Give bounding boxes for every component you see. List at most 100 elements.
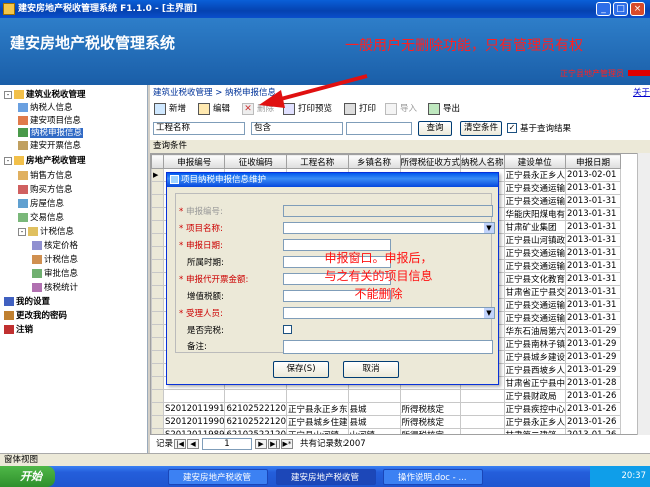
filter-field-select[interactable]: 工程名称: [153, 122, 245, 135]
table-cell[interactable]: 正宁县西坡乡人: [503, 363, 567, 377]
table-cell[interactable]: 正宁县交通运输: [503, 181, 567, 195]
row-selector[interactable]: [151, 428, 164, 434]
column-header[interactable]: 所得税征收方式: [399, 154, 462, 169]
table-cell[interactable]: 正宁县永正乡东: [285, 402, 349, 416]
row-selector[interactable]: [151, 402, 164, 416]
table-cell[interactable]: 2013-01-28: [565, 376, 622, 390]
query-button[interactable]: 查询: [418, 121, 452, 136]
table-cell[interactable]: 2013-01-31: [565, 298, 622, 312]
table-cell[interactable]: 甘肃省正宁县交: [503, 285, 567, 299]
table-cell[interactable]: [460, 428, 505, 434]
column-header[interactable]: 征收编码: [224, 154, 287, 169]
table-cell[interactable]: [347, 389, 401, 403]
sidebar-item-2[interactable]: 建安项目信息: [18, 114, 81, 126]
save-button[interactable]: 保存(S): [273, 361, 329, 378]
chevron-down-icon[interactable]: ▼: [484, 223, 494, 233]
row-selector[interactable]: [151, 376, 164, 390]
table-cell[interactable]: 华东石油局第六: [503, 324, 567, 338]
table-cell[interactable]: 正宁县山河镇政: [503, 233, 567, 247]
sidebar-item-7[interactable]: 购买方信息: [18, 183, 73, 195]
table-cell[interactable]: [224, 389, 287, 403]
cancel-button[interactable]: 取消: [343, 361, 399, 378]
table-cell[interactable]: 2013-01-29: [565, 350, 622, 364]
sidebar-item-13[interactable]: 审批信息: [32, 267, 78, 279]
dialog-field-input[interactable]: [283, 205, 493, 217]
sidebar-item-0[interactable]: - 建筑业税收管理: [4, 88, 86, 100]
sidebar-item-10[interactable]: - 计税信息: [18, 225, 74, 237]
table-cell[interactable]: 甘肃矿业集团: [503, 220, 567, 234]
table-cell[interactable]: 2013-01-31: [565, 207, 622, 221]
table-cell[interactable]: [162, 389, 226, 403]
table-cell[interactable]: 2013-01-31: [565, 181, 622, 195]
table-cell[interactable]: [460, 389, 505, 403]
table-cell[interactable]: 2013-01-29: [565, 324, 622, 338]
table-cell[interactable]: 正宁县文化教育: [503, 272, 567, 286]
table-cell[interactable]: 2013-01-31: [565, 259, 622, 273]
row-selector[interactable]: ▶: [151, 168, 164, 182]
table-cell[interactable]: 2013-01-31: [565, 194, 622, 208]
row-selector[interactable]: [151, 415, 164, 429]
sidebar-item-14[interactable]: 核税统计: [32, 281, 78, 293]
table-cell[interactable]: 2013-01-26: [565, 402, 622, 416]
dialog-field-input[interactable]: ▼: [283, 307, 495, 319]
maximize-button[interactable]: □: [613, 2, 628, 16]
table-cell[interactable]: S2012011989: [162, 428, 226, 434]
table-cell[interactable]: 2013-01-31: [565, 246, 622, 260]
row-selector[interactable]: [151, 389, 164, 403]
close-button[interactable]: ×: [630, 2, 645, 16]
grid-vertical-scrollbar[interactable]: [637, 153, 650, 435]
clear-filter-button[interactable]: 清空条件: [460, 121, 502, 136]
next-record-button[interactable]: ▶: [255, 439, 267, 449]
column-header[interactable]: 申报编号: [162, 154, 226, 169]
table-cell[interactable]: 所得税核定: [399, 402, 462, 416]
row-selector[interactable]: [151, 233, 164, 247]
table-cell[interactable]: 正宁县南林子镇: [503, 337, 567, 351]
table-cell[interactable]: 2013-01-31: [565, 233, 622, 247]
table-cell[interactable]: 2013-01-31: [565, 220, 622, 234]
table-row[interactable]: 正宁县财政局 2013-01-26: [151, 389, 622, 403]
table-cell[interactable]: 2013-01-31: [565, 311, 622, 325]
tree-toggle-icon[interactable]: -: [18, 227, 26, 236]
start-button[interactable]: 开始: [0, 466, 55, 487]
sidebar-item-5[interactable]: - 房地产税收管理: [4, 154, 86, 166]
row-selector[interactable]: [151, 298, 164, 312]
sidebar-item-6[interactable]: 销售方信息: [18, 169, 73, 181]
table-row[interactable]: S201201198962102522120正宁县山河镇山河镇所得税核定 甘肃第二…: [151, 428, 622, 434]
dialog-field-input[interactable]: [283, 340, 493, 354]
table-cell[interactable]: [460, 402, 505, 416]
sidebar-item-11[interactable]: 核定价格: [32, 239, 78, 251]
row-selector[interactable]: [151, 194, 164, 208]
table-cell[interactable]: [285, 389, 349, 403]
table-cell[interactable]: 2013-01-29: [565, 363, 622, 377]
table-cell[interactable]: 2013-02-01: [565, 168, 622, 182]
new-record-button[interactable]: ▶*: [281, 439, 293, 449]
sidebar-item-9[interactable]: 交易信息: [18, 211, 64, 223]
table-cell[interactable]: 2013-01-26: [565, 415, 622, 429]
table-cell[interactable]: 甘肃省正宁县中: [503, 376, 567, 390]
table-cell[interactable]: 所得税核定: [399, 415, 462, 429]
tree-toggle-icon[interactable]: -: [4, 156, 12, 165]
import-button[interactable]: 导入: [384, 101, 417, 117]
table-cell[interactable]: S2012011991: [162, 402, 226, 416]
table-cell[interactable]: 正宁县交通运输: [503, 194, 567, 208]
sidebar-item-12[interactable]: 计税信息: [32, 253, 78, 265]
table-cell[interactable]: 正宁县交通运输: [503, 311, 567, 325]
table-cell[interactable]: 2013-01-31: [565, 285, 622, 299]
prev-record-button[interactable]: ◀: [187, 439, 199, 449]
column-header[interactable]: 乡镇名称: [347, 154, 401, 169]
column-header[interactable]: 工程名称: [285, 154, 349, 169]
table-cell[interactable]: 正宁县山河镇: [285, 428, 349, 434]
query-result-checkbox[interactable]: ✓: [507, 123, 517, 133]
last-record-button[interactable]: ▶|: [268, 439, 280, 449]
row-selector[interactable]: [151, 181, 164, 195]
table-cell[interactable]: 2013-01-31: [565, 272, 622, 286]
column-header[interactable]: 建设单位: [503, 154, 567, 169]
sidebar-item-1[interactable]: 纳税人信息: [18, 101, 73, 113]
row-selector[interactable]: [151, 363, 164, 377]
row-selector[interactable]: [151, 220, 164, 234]
table-cell[interactable]: 县城: [347, 415, 401, 429]
table-cell[interactable]: 正宁县交通运输: [503, 259, 567, 273]
about-link[interactable]: 关于: [633, 86, 650, 98]
table-cell[interactable]: 所得税核定: [399, 428, 462, 434]
table-cell[interactable]: 正宁县交通运输: [503, 298, 567, 312]
